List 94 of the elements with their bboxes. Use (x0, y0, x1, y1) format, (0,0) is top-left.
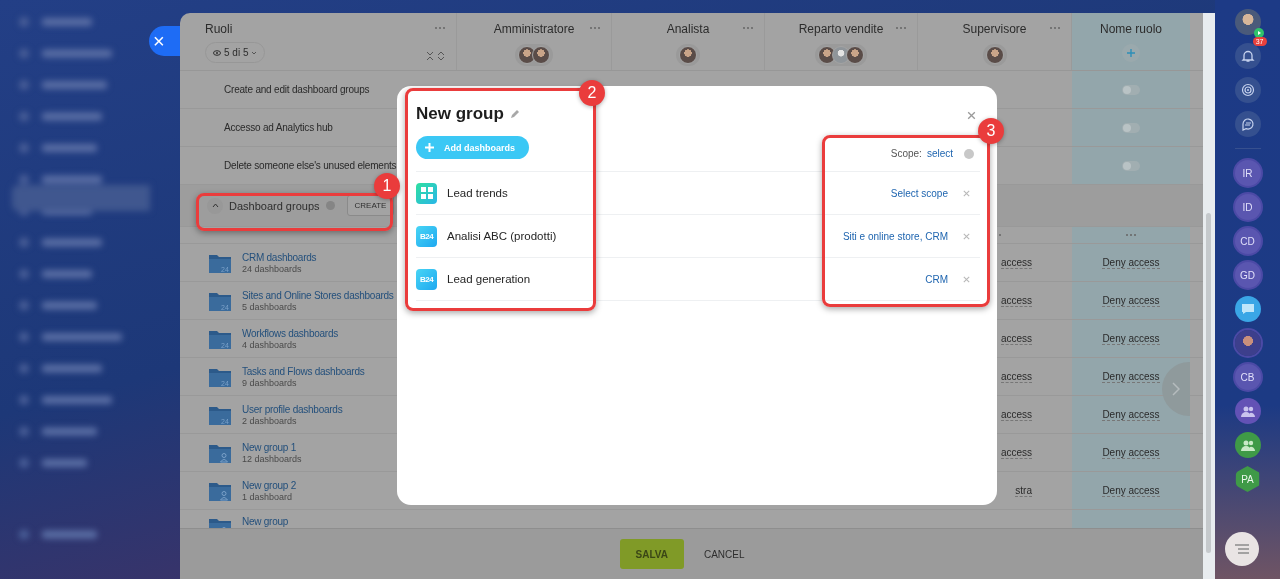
dashboard-count: 9 dashboards (242, 377, 298, 388)
access-value[interactable]: Deny access (1102, 256, 1160, 269)
access-value[interactable]: access (1000, 370, 1032, 383)
access-value[interactable]: access (1000, 256, 1032, 269)
expand-collapse-icon[interactable] (426, 51, 446, 61)
pencil-icon[interactable] (509, 109, 520, 119)
close-icon[interactable] (962, 274, 971, 284)
chevron-icon (251, 50, 258, 55)
access-value[interactable]: access (1000, 408, 1032, 421)
user-avatar[interactable]: PA (1234, 466, 1261, 492)
dashboard-count: 5 dashboards (242, 301, 298, 312)
avatar (679, 46, 697, 64)
access-value[interactable]: Deny access (1102, 294, 1160, 307)
help-icon[interactable] (325, 201, 335, 210)
save-button[interactable]: SALVA (619, 539, 684, 569)
access-value[interactable]: Deny access (1102, 484, 1160, 497)
close-button[interactable]: × (149, 26, 180, 56)
chat-icon[interactable] (1234, 111, 1261, 137)
chat-icon[interactable] (1234, 296, 1261, 322)
user-avatar[interactable]: CB (1234, 364, 1261, 390)
group-link[interactable]: User profile dashboards (242, 403, 343, 415)
column-header: Supervisore (962, 22, 1027, 36)
avatar (985, 46, 1004, 64)
more-icon[interactable] (895, 26, 907, 30)
access-value[interactable]: access (1000, 294, 1032, 307)
user-avatar[interactable] (1234, 330, 1261, 356)
access-value[interactable]: Deny access (1102, 408, 1160, 421)
more-icon[interactable] (434, 26, 446, 30)
dialog-title: New group (416, 104, 504, 124)
app-icon: B24 (416, 268, 437, 290)
group-link[interactable]: Workflows dashboards (242, 327, 338, 339)
toggle-switch[interactable] (1122, 84, 1140, 95)
permission-label: Create and edit dashboard groups (224, 84, 370, 95)
notifications-button[interactable] (1234, 43, 1261, 69)
group-icon[interactable] (1234, 432, 1261, 458)
group-link[interactable]: New group 2 (242, 479, 296, 491)
group-link[interactable]: Tasks and Flows dashboards (242, 365, 365, 377)
toggle-switch[interactable] (1122, 160, 1140, 171)
dashboard-count: 12 dashboards (242, 453, 302, 464)
user-avatar[interactable]: IR (1234, 160, 1261, 186)
scope-link[interactable]: Siti e online store, CRM (842, 230, 948, 242)
access-value[interactable]: Deny access (1102, 332, 1160, 345)
dashboard-name: Lead trends (447, 187, 509, 199)
close-icon[interactable] (962, 188, 971, 198)
access-value[interactable]: access (1000, 446, 1032, 459)
user-avatar[interactable] (1234, 9, 1261, 35)
group-link[interactable]: New group 1 (242, 441, 302, 453)
dashboard-name: Analisi ABC (prodotti) (447, 230, 558, 242)
scope-link[interactable]: CRM (925, 273, 948, 285)
app-icon: B24 (416, 225, 437, 247)
permission-label: Delete someone else's unused elements (224, 160, 397, 171)
scope-label: Scope: (890, 148, 922, 159)
group-link[interactable]: Sites and Online Stores dashboards (242, 289, 394, 301)
column-header: Ruoli (205, 22, 233, 36)
user-avatar[interactable]: ID (1234, 194, 1261, 220)
help-icon[interactable] (964, 148, 974, 159)
spiral-icon[interactable] (1234, 77, 1261, 103)
more-icon[interactable] (742, 26, 754, 30)
more-icon[interactable] (589, 26, 601, 30)
column-header: Amministratore (493, 22, 575, 36)
column-header: Reparto vendite (798, 22, 884, 36)
dashboard-count: 24 dashboards (242, 263, 303, 274)
collapse-icon[interactable] (207, 197, 223, 214)
dashboard-count: 1 dashboard (242, 491, 294, 502)
access-value[interactable]: Deny access (1102, 446, 1160, 459)
scope-link[interactable]: Select scope (890, 187, 948, 199)
column-header: Nome ruolo (1100, 22, 1162, 36)
section-title: Dashboard groups (229, 199, 320, 212)
scrollbar[interactable] (1203, 13, 1215, 579)
dashboard-count: 2 dashboards (242, 415, 298, 426)
app-icon (416, 182, 437, 204)
permission-label: Accesso ad Analytics hub (224, 122, 333, 133)
dashboard-name: Lead generation (447, 273, 532, 285)
access-value[interactable]: stra (1015, 484, 1032, 497)
plus-icon (425, 143, 434, 152)
user-avatar[interactable]: CD (1234, 228, 1261, 254)
add-icon[interactable] (1122, 44, 1140, 62)
group-icon[interactable] (1234, 398, 1261, 424)
user-avatar[interactable]: GD (1234, 262, 1261, 288)
cancel-button[interactable]: CANCEL (697, 547, 751, 561)
access-value[interactable]: Deny access (1102, 370, 1160, 383)
close-icon[interactable] (962, 231, 971, 241)
bell-icon (1240, 49, 1255, 63)
eye-icon (213, 49, 221, 56)
access-value[interactable]: access (1000, 332, 1032, 345)
dashboard-count: 4 dashboards (242, 339, 298, 350)
more-icon[interactable] (1125, 233, 1137, 237)
more-icon[interactable] (1049, 26, 1061, 30)
scope-link[interactable]: select (926, 148, 953, 159)
toggle-switch[interactable] (1122, 122, 1140, 133)
column-header: Analista (666, 22, 710, 36)
group-link[interactable]: New group (242, 516, 289, 527)
close-icon[interactable] (966, 110, 977, 121)
group-link[interactable]: CRM dashboards (242, 251, 317, 263)
